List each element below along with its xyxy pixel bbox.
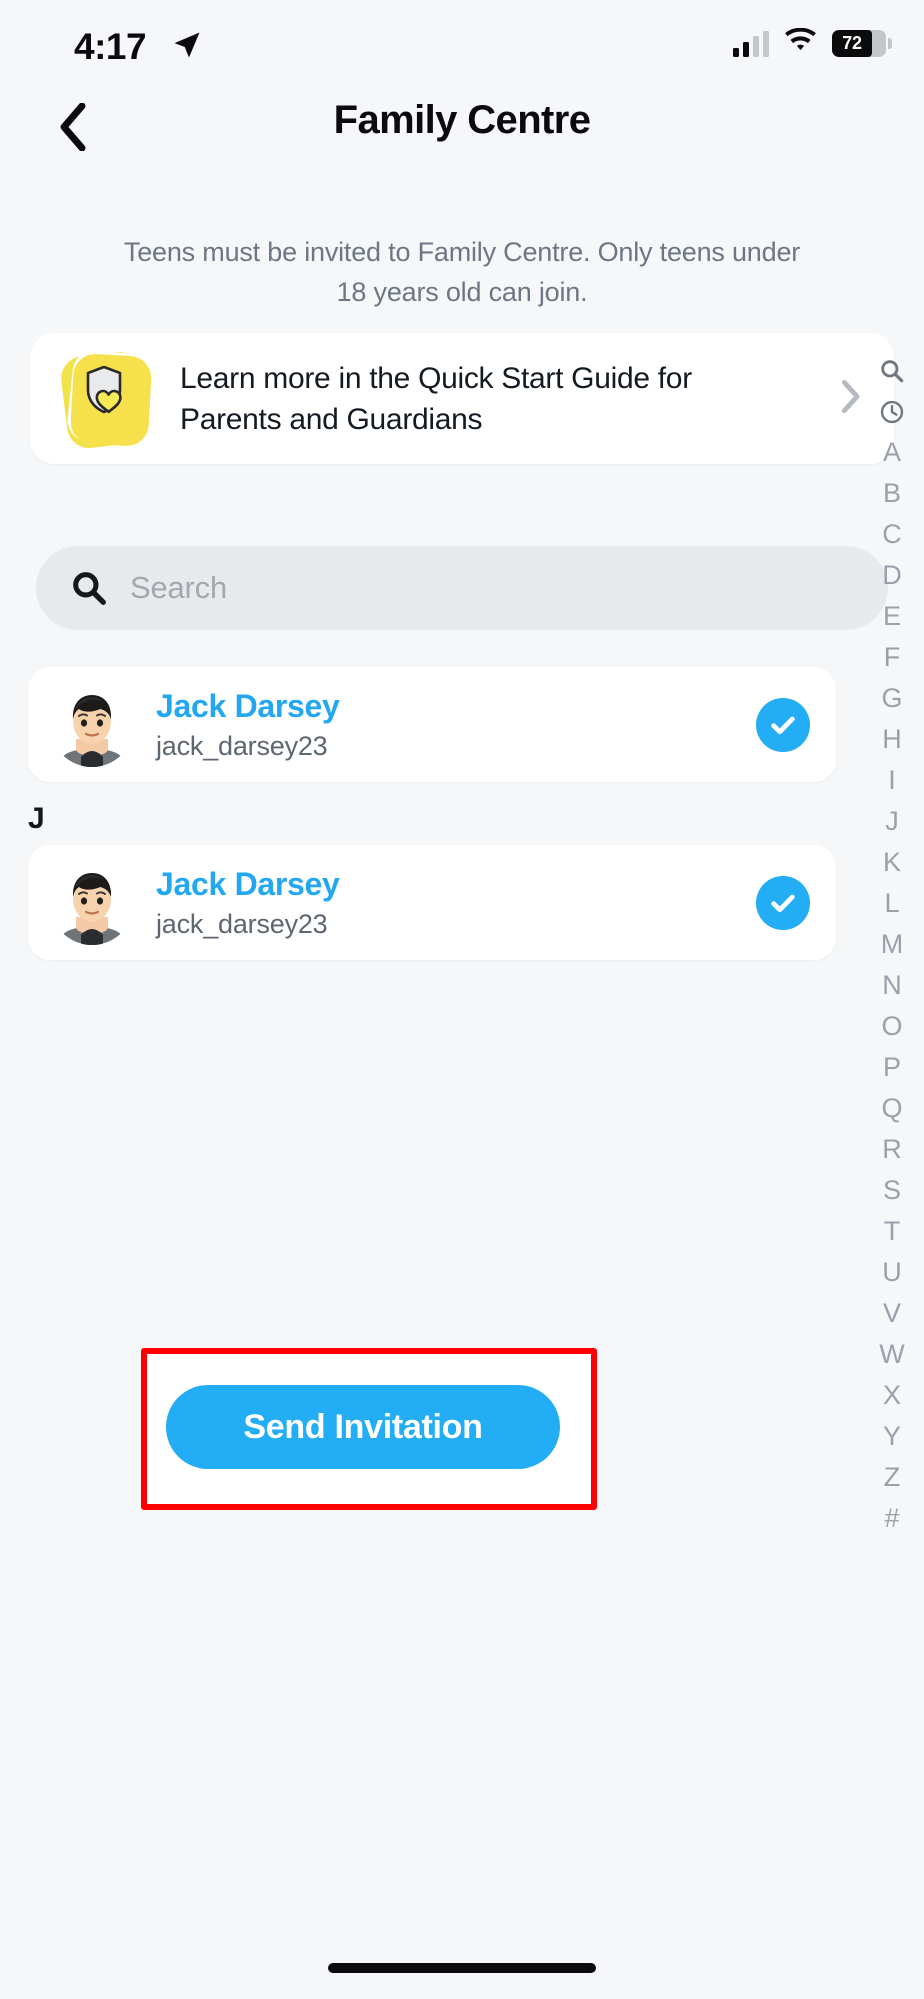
status-indicators: 72 [733, 27, 892, 59]
index-letter-R[interactable]: R [866, 1129, 918, 1170]
contact-meta: Jack Darsey jack_darsey23 [156, 865, 340, 941]
search-icon [70, 569, 108, 607]
index-letter-O[interactable]: O [866, 1006, 918, 1047]
check-circle-icon[interactable] [756, 697, 810, 752]
contact-username: jack_darsey23 [156, 908, 328, 939]
status-bar: 4:17 72 [0, 0, 924, 92]
search-bar[interactable] [36, 546, 888, 630]
index-letter-N[interactable]: N [866, 965, 918, 1006]
home-indicator [328, 1963, 596, 1973]
page-subtitle: Teens must be invited to Family Centre. … [123, 237, 801, 307]
index-letter-P[interactable]: P [866, 1047, 918, 1088]
contact-name: Jack Darsey [156, 687, 340, 724]
contact-row-1[interactable]: Jack Darsey jack_darsey23 [28, 667, 836, 782]
contact-row-2[interactable]: Jack Darsey jack_darsey23 [28, 845, 836, 960]
page-title: Family Centre [333, 98, 591, 142]
index-letter-D[interactable]: D [866, 555, 918, 596]
index-letter-Y[interactable]: Y [866, 1416, 918, 1457]
index-letter-C[interactable]: C [866, 514, 918, 555]
nav-bar: Family Centre [0, 92, 924, 166]
contact-name: Jack Darsey [156, 865, 340, 902]
index-letter-G[interactable]: G [866, 678, 918, 719]
quick-start-guide-card[interactable]: Learn more in the Quick Start Guide for … [30, 333, 894, 464]
index-letter-B[interactable]: B [866, 473, 918, 514]
index-letter-S[interactable]: S [866, 1170, 918, 1211]
chevron-right-icon [840, 379, 860, 418]
index-letter-Q[interactable]: Q [866, 1088, 918, 1129]
index-letter-J[interactable]: J [866, 801, 918, 842]
app-screen: 4:17 72 Family Centre Teens must be invi… [0, 0, 924, 1999]
avatar [50, 860, 134, 945]
battery-percent: 72 [842, 33, 862, 53]
contact-username: jack_darsey23 [156, 730, 328, 761]
shield-heart-icon [52, 343, 158, 452]
section-header-letter: J [28, 802, 45, 835]
index-letter-L[interactable]: L [866, 883, 918, 924]
index-letter-Z[interactable]: Z [866, 1457, 918, 1498]
index-letter-T[interactable]: T [866, 1211, 918, 1252]
status-time: 4:17 [74, 26, 147, 67]
index-letter-I[interactable]: I [866, 760, 918, 801]
index-recent-clock-icon[interactable] [866, 391, 918, 432]
index-letter-A[interactable]: A [866, 432, 918, 473]
index-letter-X[interactable]: X [866, 1375, 918, 1416]
index-letter-M[interactable]: M [866, 924, 918, 965]
search-input[interactable] [128, 569, 772, 607]
index-letter-E[interactable]: E [866, 596, 918, 637]
location-arrow-icon [172, 30, 202, 65]
index-letter-H[interactable]: H [866, 719, 918, 760]
index-search-icon[interactable] [866, 350, 918, 391]
contact-meta: Jack Darsey jack_darsey23 [156, 687, 340, 763]
send-invitation-button[interactable]: Send Invitation [166, 1385, 560, 1469]
index-letter-hash[interactable]: # [866, 1498, 918, 1539]
index-letter-K[interactable]: K [866, 842, 918, 883]
check-circle-icon[interactable] [756, 875, 810, 930]
avatar [50, 682, 134, 767]
index-letter-U[interactable]: U [866, 1252, 918, 1293]
index-letter-V[interactable]: V [866, 1293, 918, 1334]
index-letter-W[interactable]: W [866, 1334, 918, 1375]
alphabet-index[interactable]: A B C D E F G H I J K L M N O P Q R S T … [866, 350, 918, 1539]
cellular-signal-icon [733, 30, 769, 57]
wifi-icon [784, 27, 817, 59]
index-letter-F[interactable]: F [866, 637, 918, 678]
quick-start-label: Learn more in the Quick Start Guide for … [180, 361, 692, 436]
battery-icon: 72 [832, 30, 892, 57]
